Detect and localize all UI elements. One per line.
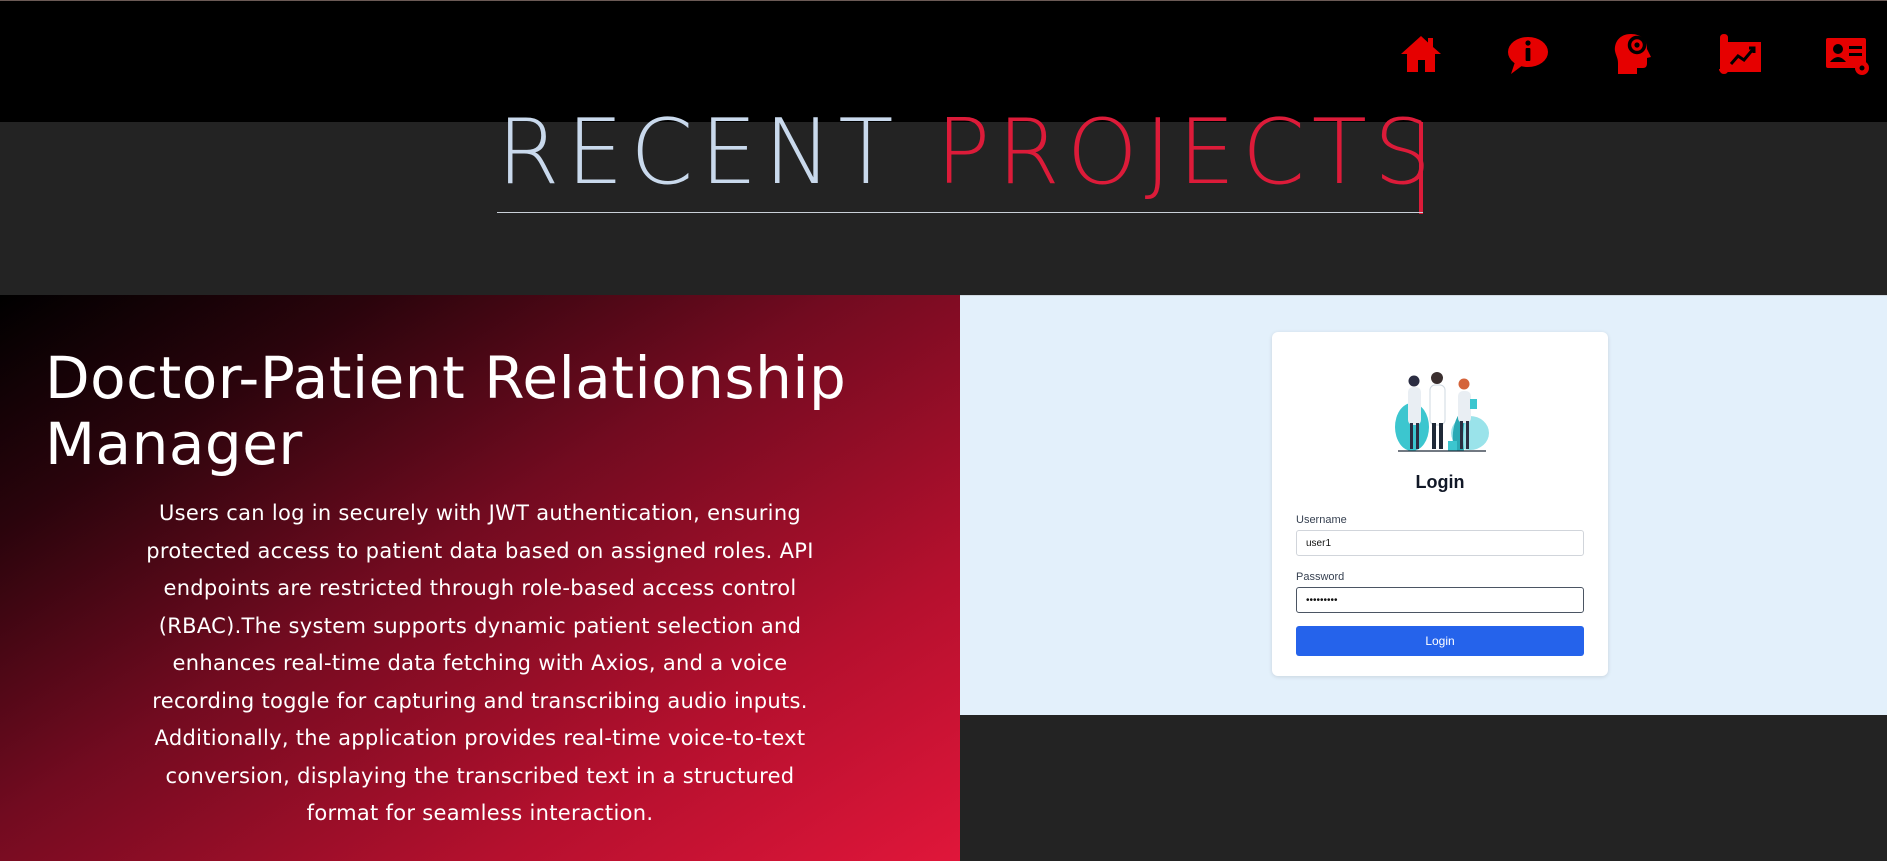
project-title: Doctor-Patient Relationship Manager	[45, 344, 847, 478]
login-card: Login Username Password Login	[1272, 332, 1608, 676]
typing-cursor	[1419, 122, 1423, 214]
home-icon[interactable]	[1394, 27, 1448, 81]
project-preview: Login Username Password Login	[960, 295, 1887, 715]
login-button[interactable]: Login	[1296, 626, 1584, 656]
doctors-illustration	[1395, 372, 1489, 452]
project-info-panel: Doctor-Patient Relationship Manager User…	[0, 295, 960, 861]
contact-icon[interactable]	[1821, 27, 1875, 81]
projects-icon[interactable]	[1713, 27, 1767, 81]
username-field[interactable]	[1296, 530, 1584, 556]
about-icon[interactable]	[1500, 27, 1554, 81]
heading-word-recent: RECENT	[497, 100, 901, 205]
section-heading: RECENT PROJECTS	[497, 108, 1431, 214]
heading-word-projects: PROJECTS	[936, 100, 1439, 205]
password-label: Password	[1296, 571, 1345, 583]
password-field[interactable]	[1296, 587, 1584, 613]
heading-underline	[497, 212, 1423, 213]
username-label: Username	[1296, 514, 1347, 526]
skills-icon[interactable]	[1606, 27, 1660, 81]
login-heading: Login	[1415, 472, 1465, 492]
project-description: Users can log in securely with JWT authe…	[146, 501, 814, 825]
section-heading-text: RECENT PROJECTS	[497, 108, 1438, 198]
